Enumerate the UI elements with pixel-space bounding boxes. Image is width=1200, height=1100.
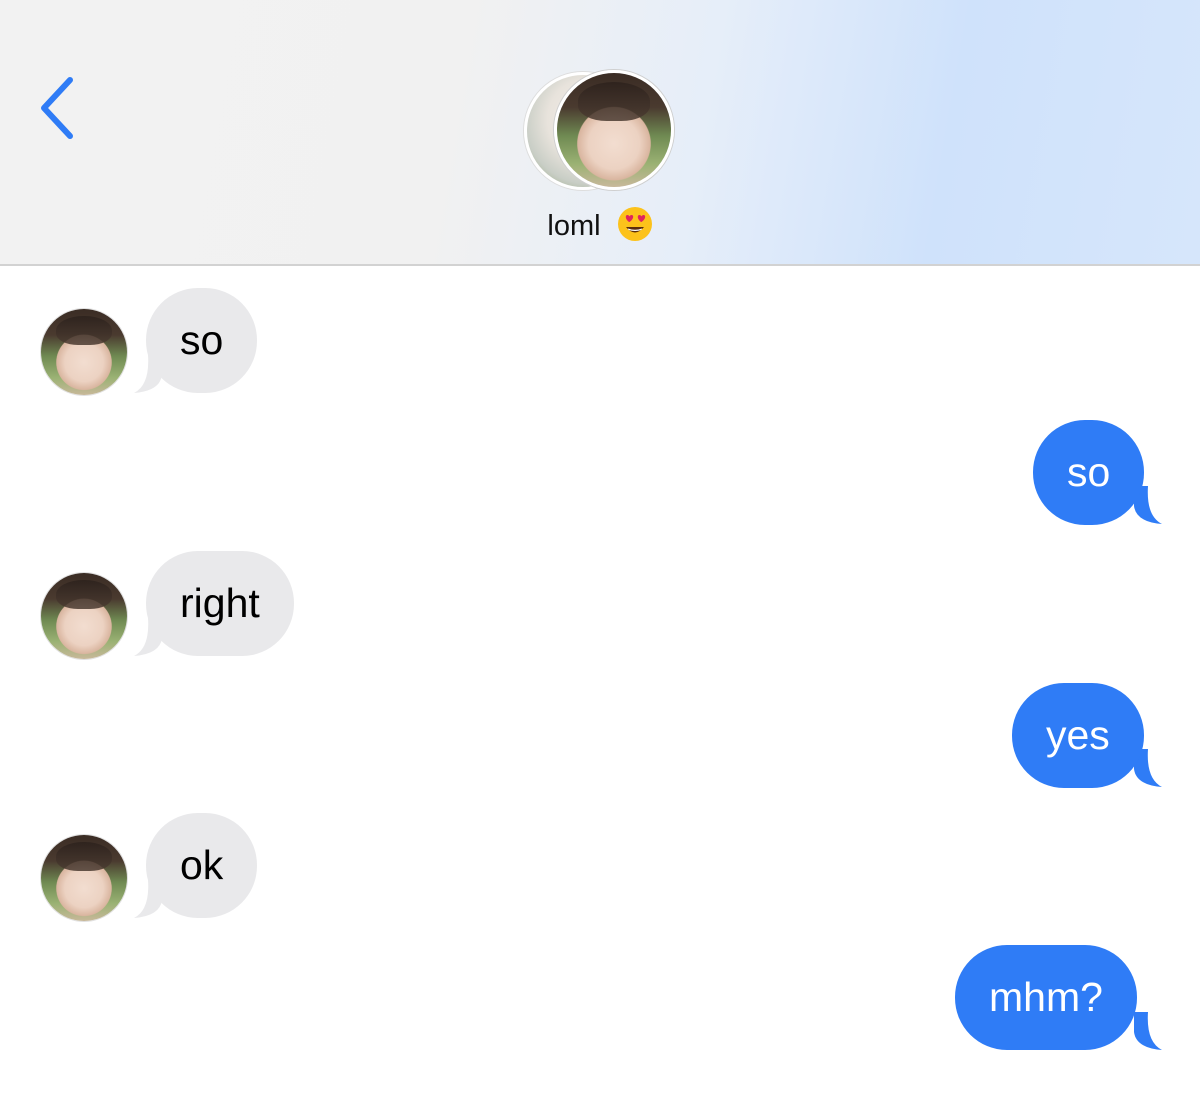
sender-avatar[interactable] [40, 572, 128, 660]
contact-name-row[interactable]: loml [500, 206, 700, 243]
contact-avatar [554, 70, 674, 190]
message-bubble[interactable]: yes [1012, 683, 1144, 788]
sender-avatar[interactable] [40, 308, 128, 396]
back-button[interactable] [30, 70, 90, 146]
conversation-header: loml [0, 0, 1200, 266]
message-bubble[interactable]: ok [146, 813, 258, 918]
heart-eyes-emoji-icon [617, 207, 652, 241]
contact-avatar-group[interactable] [524, 70, 676, 192]
message-bubble[interactable]: right [146, 551, 294, 656]
sender-avatar[interactable] [40, 834, 128, 922]
message-bubble[interactable]: so [146, 288, 258, 393]
message-bubble[interactable]: mhm? [955, 945, 1137, 1050]
chevron-left-icon [41, 77, 73, 139]
contact-name: loml [547, 210, 601, 242]
message-bubble[interactable]: so [1033, 420, 1145, 525]
